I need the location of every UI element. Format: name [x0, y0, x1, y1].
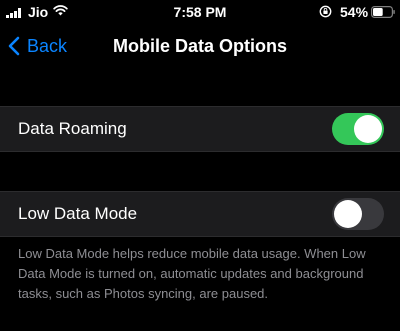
low-data-mode-label: Low Data Mode	[18, 204, 138, 223]
data-roaming-label: Data Roaming	[18, 119, 127, 138]
page-title: Mobile Data Options	[112, 36, 287, 56]
battery-icon	[371, 6, 395, 18]
low-data-mode-description: Low Data Mode helps reduce mobile data u…	[18, 246, 366, 301]
low-data-mode-group: Low Data Mode	[0, 191, 400, 237]
settings-screen: Jio 7:58 PM 54% Back Mobile Data Options	[0, 0, 400, 331]
data-roaming-group: Data Roaming	[0, 106, 400, 152]
data-roaming-toggle[interactable]	[332, 113, 384, 145]
toggle-knob	[354, 115, 382, 143]
orientation-lock-icon	[319, 5, 332, 18]
status-bar: Jio 7:58 PM 54%	[0, 0, 400, 24]
battery-percentage: 54%	[340, 4, 369, 20]
data-roaming-row: Data Roaming	[0, 107, 400, 151]
low-data-mode-toggle[interactable]	[332, 198, 384, 230]
navigation-bar: Back Mobile Data Options	[0, 24, 400, 68]
low-data-mode-row: Low Data Mode	[0, 192, 400, 236]
toggle-knob	[334, 200, 362, 228]
